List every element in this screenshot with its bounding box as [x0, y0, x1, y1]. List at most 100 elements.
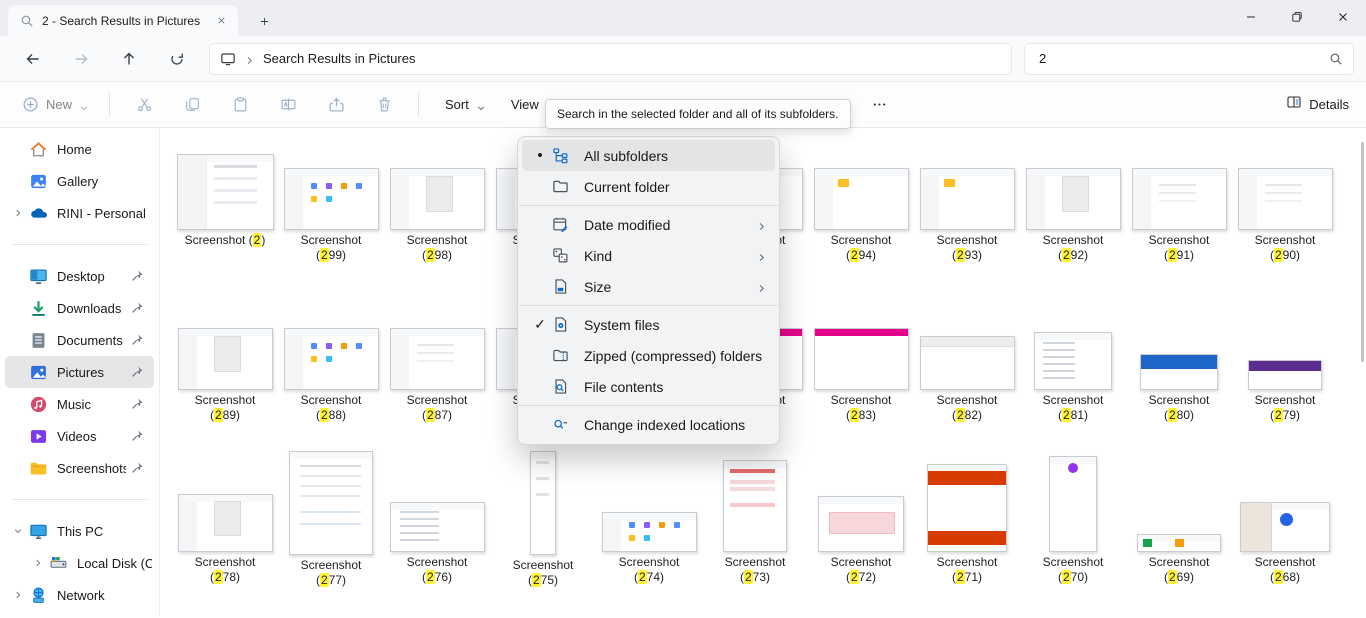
pictures-icon: [29, 363, 48, 382]
sidebar-item-gallery[interactable]: Gallery: [5, 165, 154, 197]
menu-item-all-subfolders[interactable]: •All subfolders: [522, 140, 775, 171]
file-item[interactable]: Screenshot (275): [490, 451, 596, 589]
search-term-highlight: 2: [850, 408, 859, 422]
file-item[interactable]: Screenshot (294): [808, 131, 914, 267]
file-item[interactable]: Screenshot (2): [172, 131, 278, 267]
file-item[interactable]: Screenshot (299): [278, 131, 384, 267]
search-box[interactable]: [1024, 43, 1354, 75]
sidebar-item-desktop[interactable]: Desktop: [5, 260, 154, 292]
file-item[interactable]: Screenshot (289): [172, 293, 278, 427]
file-item[interactable]: Screenshot (272): [808, 451, 914, 589]
search-term-highlight: 2: [744, 570, 753, 584]
chevron-right-icon[interactable]: [27, 557, 49, 569]
file-item[interactable]: Screenshot (281): [1020, 293, 1126, 427]
submenu-chevron-icon: [756, 281, 767, 292]
cut-button[interactable]: [122, 89, 166, 121]
back-button[interactable]: [15, 43, 51, 75]
chevron-right-icon[interactable]: [244, 53, 255, 64]
file-item[interactable]: Screenshot (287): [384, 293, 490, 427]
disk-icon: [49, 554, 68, 573]
file-item[interactable]: Screenshot (283): [808, 293, 914, 427]
file-thumbnail: [814, 168, 909, 230]
sidebar-item-documents[interactable]: Documents: [5, 324, 154, 356]
search-input[interactable]: [1029, 51, 1329, 66]
pin-icon: [130, 333, 144, 347]
menu-item-kind[interactable]: Kind: [522, 240, 775, 271]
forward-button[interactable]: [63, 43, 99, 75]
file-item[interactable]: Screenshot (280): [1126, 293, 1232, 427]
sidebar-item-screenshots[interactable]: Screenshots: [5, 452, 154, 484]
chevron-down-icon[interactable]: [7, 525, 29, 537]
menu-item-date-modified[interactable]: Date modified: [522, 209, 775, 240]
new-tab-button[interactable]: [252, 9, 276, 33]
sidebar-item-music[interactable]: Music: [5, 388, 154, 420]
file-item[interactable]: Screenshot (291): [1126, 131, 1232, 267]
file-item[interactable]: Screenshot (277): [278, 451, 384, 589]
file-item[interactable]: Screenshot (293): [914, 131, 1020, 267]
address-bar[interactable]: Search Results in Pictures: [209, 43, 1012, 75]
file-thumbnail: [1248, 360, 1322, 390]
file-item[interactable]: Screenshot (298): [384, 131, 490, 267]
menu-item-change-indexed-locations[interactable]: Change indexed locations: [522, 409, 775, 440]
file-item[interactable]: Screenshot (270): [1020, 451, 1126, 589]
share-button[interactable]: [314, 89, 358, 121]
search-term-highlight: 2: [214, 570, 223, 584]
sidebar-item-downloads[interactable]: Downloads: [5, 292, 154, 324]
tab-close-icon[interactable]: [212, 12, 230, 30]
minimize-button[interactable]: [1228, 0, 1274, 34]
file-item[interactable]: Screenshot (268): [1232, 451, 1338, 589]
menu-item-zipped-compressed-folders[interactable]: Zipped (compressed) folders: [522, 340, 775, 371]
sidebar-separator: [12, 244, 147, 245]
titlebar: 2 - Search Results in Pictures: [0, 0, 1366, 36]
this-pc-icon: [220, 51, 236, 67]
file-item[interactable]: Screenshot (276): [384, 451, 490, 589]
copy-button[interactable]: [170, 89, 214, 121]
file-item[interactable]: Screenshot (273): [702, 451, 808, 589]
file-item[interactable]: Screenshot (279): [1232, 293, 1338, 427]
close-button[interactable]: [1320, 0, 1366, 34]
chevron-right-icon[interactable]: [7, 207, 29, 219]
sidebar-item-label: Home: [57, 142, 152, 157]
file-item[interactable]: Screenshot (292): [1020, 131, 1126, 267]
sidebar-item-network[interactable]: Network: [5, 579, 154, 611]
menu-item-system-files[interactable]: ✓System files: [522, 309, 775, 340]
search-term-highlight: 2: [320, 573, 329, 587]
paste-button[interactable]: [218, 89, 262, 121]
file-item[interactable]: Screenshot (288): [278, 293, 384, 427]
file-name: Screenshot (282): [923, 393, 1011, 427]
vertical-scrollbar[interactable]: [1361, 142, 1364, 362]
file-item[interactable]: Screenshot (290): [1232, 131, 1338, 267]
rename-button[interactable]: [266, 89, 310, 121]
refresh-button[interactable]: [159, 43, 195, 75]
explorer-tab[interactable]: 2 - Search Results in Pictures: [8, 5, 238, 36]
file-item[interactable]: Screenshot (269): [1126, 451, 1232, 589]
see-more-button[interactable]: [863, 89, 897, 121]
search-term-highlight: 2: [1062, 248, 1071, 262]
search-icon[interactable]: [1329, 52, 1343, 66]
sidebar-item-local-disk-c[interactable]: Local Disk (C:): [5, 547, 154, 579]
details-button[interactable]: Details: [1277, 89, 1358, 121]
file-item[interactable]: Screenshot (274): [596, 451, 702, 589]
sidebar-item-label: Screenshots: [57, 461, 126, 476]
file-item[interactable]: Screenshot (271): [914, 451, 1020, 589]
menu-separator: [519, 205, 778, 206]
menu-item-current-folder[interactable]: Current folder: [522, 171, 775, 202]
file-item[interactable]: Screenshot (282): [914, 293, 1020, 427]
menu-item-file-contents[interactable]: File contents: [522, 371, 775, 402]
restore-button[interactable]: [1274, 0, 1320, 34]
sidebar-item-pictures[interactable]: Pictures: [5, 356, 154, 388]
file-thumbnail: [920, 168, 1015, 230]
file-thumbnail: [390, 328, 485, 390]
chevron-right-icon[interactable]: [7, 589, 29, 601]
sidebar-item-this-pc[interactable]: This PC: [5, 515, 154, 547]
file-item[interactable]: Screenshot (278): [172, 451, 278, 589]
sidebar-item-home[interactable]: Home: [5, 133, 154, 165]
sidebar-item-videos[interactable]: Videos: [5, 420, 154, 452]
file-thumbnail: [284, 168, 379, 230]
sort-button[interactable]: Sort: [429, 89, 495, 121]
delete-button[interactable]: [362, 89, 406, 121]
up-button[interactable]: [111, 43, 147, 75]
new-button[interactable]: New: [12, 89, 99, 121]
menu-item-size[interactable]: Size: [522, 271, 775, 302]
sidebar-item-rini-personal[interactable]: RINI - Personal: [5, 197, 154, 229]
